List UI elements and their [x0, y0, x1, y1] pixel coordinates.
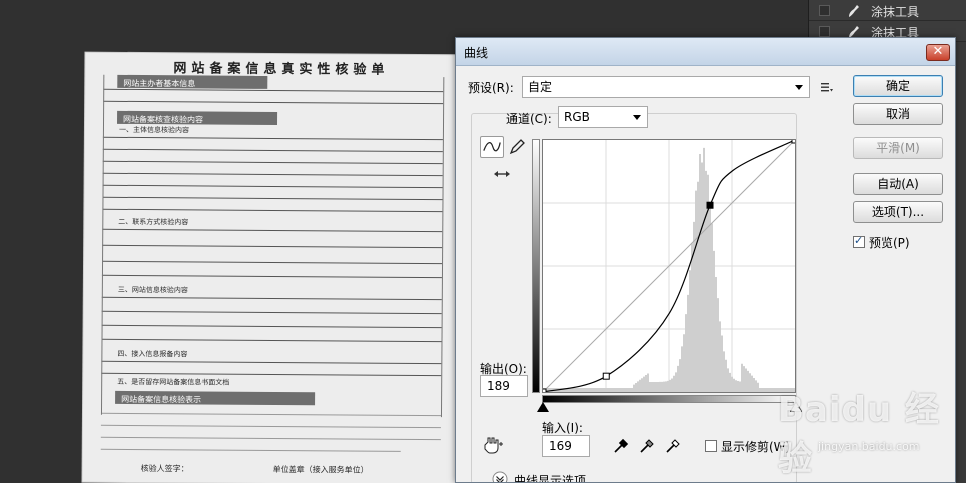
layers-panel: 涂抹工具 涂抹工具: [808, 0, 966, 42]
doc-text: 二、联系方式核验内容: [118, 217, 189, 227]
channel-select[interactable]: RGB: [558, 106, 648, 128]
curves-dialog: 曲线 ✕ 预设(R): 自定 确定 取消 平滑(M) 自动(A) 选项(T)..…: [455, 37, 956, 483]
layer-visibility-checkbox[interactable]: [819, 5, 830, 16]
dialog-titlebar[interactable]: 曲线 ✕: [456, 38, 955, 66]
doc-text: 四、接入信息报备内容: [117, 349, 188, 359]
dialog-title: 曲线: [464, 46, 489, 60]
black-eyedropper-icon[interactable]: [613, 436, 631, 454]
channel-value: RGB: [564, 110, 590, 124]
doc-footer-left: 核验人签字：: [140, 464, 189, 474]
chevron-down-icon: [795, 85, 803, 90]
preview-label: 预览(P): [869, 236, 910, 250]
white-point-slider[interactable]: [790, 402, 802, 412]
pencil-icon[interactable]: [508, 138, 526, 156]
curve-point-tool-button[interactable]: [480, 136, 504, 158]
doc-section-band: 网站主办者基本信息: [117, 74, 268, 89]
layer-visibility-checkbox[interactable]: [819, 26, 830, 37]
input-field[interactable]: 169: [542, 435, 590, 457]
preset-options-icon[interactable]: [820, 80, 834, 94]
preset-label: 预设(R):: [468, 81, 514, 95]
smooth-button[interactable]: 平滑(M): [853, 137, 943, 159]
curve-point[interactable]: [791, 136, 799, 144]
curve-tool-icon: [483, 142, 501, 152]
show-clipping-checkbox[interactable]: [705, 440, 717, 452]
curve-plot: [539, 136, 799, 396]
channel-label: 通道(C):: [506, 112, 552, 126]
output-field[interactable]: 189: [480, 375, 528, 397]
show-clipping-label: 显示修剪(W): [721, 440, 791, 454]
preset-select[interactable]: 自定: [522, 76, 810, 98]
auto-button[interactable]: 自动(A): [853, 173, 943, 195]
doc-footer-right: 单位盖章（接入服务单位）: [272, 464, 369, 475]
expand-arrows-icon[interactable]: [492, 168, 512, 180]
black-point-slider[interactable]: [537, 402, 549, 412]
chevron-down-icon: [633, 115, 641, 120]
selected-curve-point[interactable]: [706, 201, 714, 209]
input-label: 输入(I):: [542, 421, 583, 435]
curve-point[interactable]: [602, 372, 610, 380]
close-button[interactable]: ✕: [926, 44, 950, 61]
expand-toggle-icon[interactable]: [492, 471, 508, 483]
ok-button[interactable]: 确定: [853, 75, 943, 97]
gray-eyedropper-icon[interactable]: [639, 436, 657, 454]
preview-checkbox[interactable]: [853, 234, 865, 248]
cancel-button[interactable]: 取消: [853, 103, 943, 125]
doc-text: 五、是否留存网站备案信息书面文档: [117, 377, 230, 387]
layer-row[interactable]: 涂抹工具: [809, 0, 966, 21]
curve-point[interactable]: [539, 388, 547, 396]
layer-name: 涂抹工具: [871, 5, 920, 19]
doc-text: 三、网站信息核验内容: [117, 285, 188, 295]
output-gradient-bar: [532, 139, 540, 393]
curve-display-options-label: 曲线显示选项: [514, 474, 587, 483]
smudge-tool-icon: [849, 5, 859, 17]
white-eyedropper-icon[interactable]: [665, 436, 683, 454]
preset-value: 自定: [528, 80, 553, 94]
doc-section-band: 网站备案核查核验内容: [117, 110, 278, 125]
options-button[interactable]: 选项(T)...: [853, 201, 943, 223]
doc-section-band: 网站备案信息核验表示: [115, 390, 316, 406]
curve-graph[interactable]: [539, 136, 799, 396]
scanned-document: 网站备案信息真实性核验单 网站主办者基本信息 网站备案核查核验内容 一、主体信息…: [82, 52, 476, 483]
targeted-adjustment-hand-icon[interactable]: [482, 436, 504, 454]
doc-text: 一、主体信息核验内容: [118, 125, 189, 135]
input-gradient-bar: [542, 395, 796, 403]
